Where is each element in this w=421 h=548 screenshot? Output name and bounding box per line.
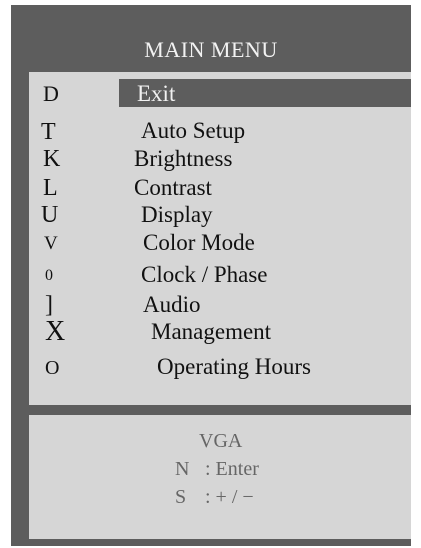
color-mode-icon: V — [44, 233, 58, 254]
menu-item-label: Management — [151, 319, 272, 344]
menu-item-clock-phase[interactable]: 0 Clock / Phase — [29, 260, 411, 288]
menu-item-auto-setup[interactable]: T Auto Setup — [29, 116, 411, 144]
menu-item-label: Operating Hours — [157, 354, 311, 379]
osd-window: MAIN MENU D Exit T Auto Setup K Brightne… — [11, 5, 411, 546]
auto-setup-icon: T — [41, 119, 56, 145]
management-icon: X — [45, 316, 66, 347]
menu-item-label: Exit — [137, 81, 176, 106]
menu-item-brightness[interactable]: K Brightness — [29, 144, 411, 172]
enter-hint: : Enter — [205, 458, 259, 480]
enter-key-icon: N — [175, 458, 190, 480]
info-panel: VGA N : Enter S : + / − — [29, 415, 411, 539]
operating-hours-icon: O — [45, 357, 60, 379]
menu-item-operating-hours[interactable]: O Operating Hours — [29, 352, 411, 380]
menu-item-contrast[interactable]: L Contrast — [29, 173, 411, 201]
menu-title: MAIN MENU — [144, 37, 278, 62]
menu-item-label: Audio — [143, 292, 201, 317]
menu-item-management[interactable]: X Management — [29, 316, 411, 347]
display-icon: U — [41, 202, 59, 228]
contrast-icon: L — [43, 175, 58, 201]
audio-icon: ] — [45, 292, 53, 318]
menu-item-color-mode[interactable]: V Color Mode — [29, 228, 411, 256]
input-source-label: VGA — [199, 430, 243, 452]
selection-highlight: Exit — [119, 79, 411, 107]
menu-item-audio[interactable]: ] Audio — [29, 290, 411, 318]
menu-list: D Exit T Auto Setup K Brightness L Contr… — [29, 72, 411, 405]
menu-item-label: Contrast — [134, 175, 212, 200]
adjust-key-icon: S — [175, 486, 187, 508]
brightness-icon: K — [43, 146, 61, 172]
menu-item-label: Display — [141, 202, 213, 227]
menu-item-exit[interactable]: D Exit — [29, 72, 411, 107]
menu-item-label: Color Mode — [143, 230, 255, 255]
menu-item-display[interactable]: U Display — [29, 200, 411, 228]
adjust-hint: : + / − — [205, 486, 254, 508]
clock-phase-icon: 0 — [45, 267, 53, 284]
exit-icon: D — [43, 81, 59, 106]
menu-item-label: Auto Setup — [141, 118, 246, 143]
menu-item-label: Brightness — [134, 146, 233, 171]
menu-item-label: Clock / Phase — [141, 262, 268, 287]
